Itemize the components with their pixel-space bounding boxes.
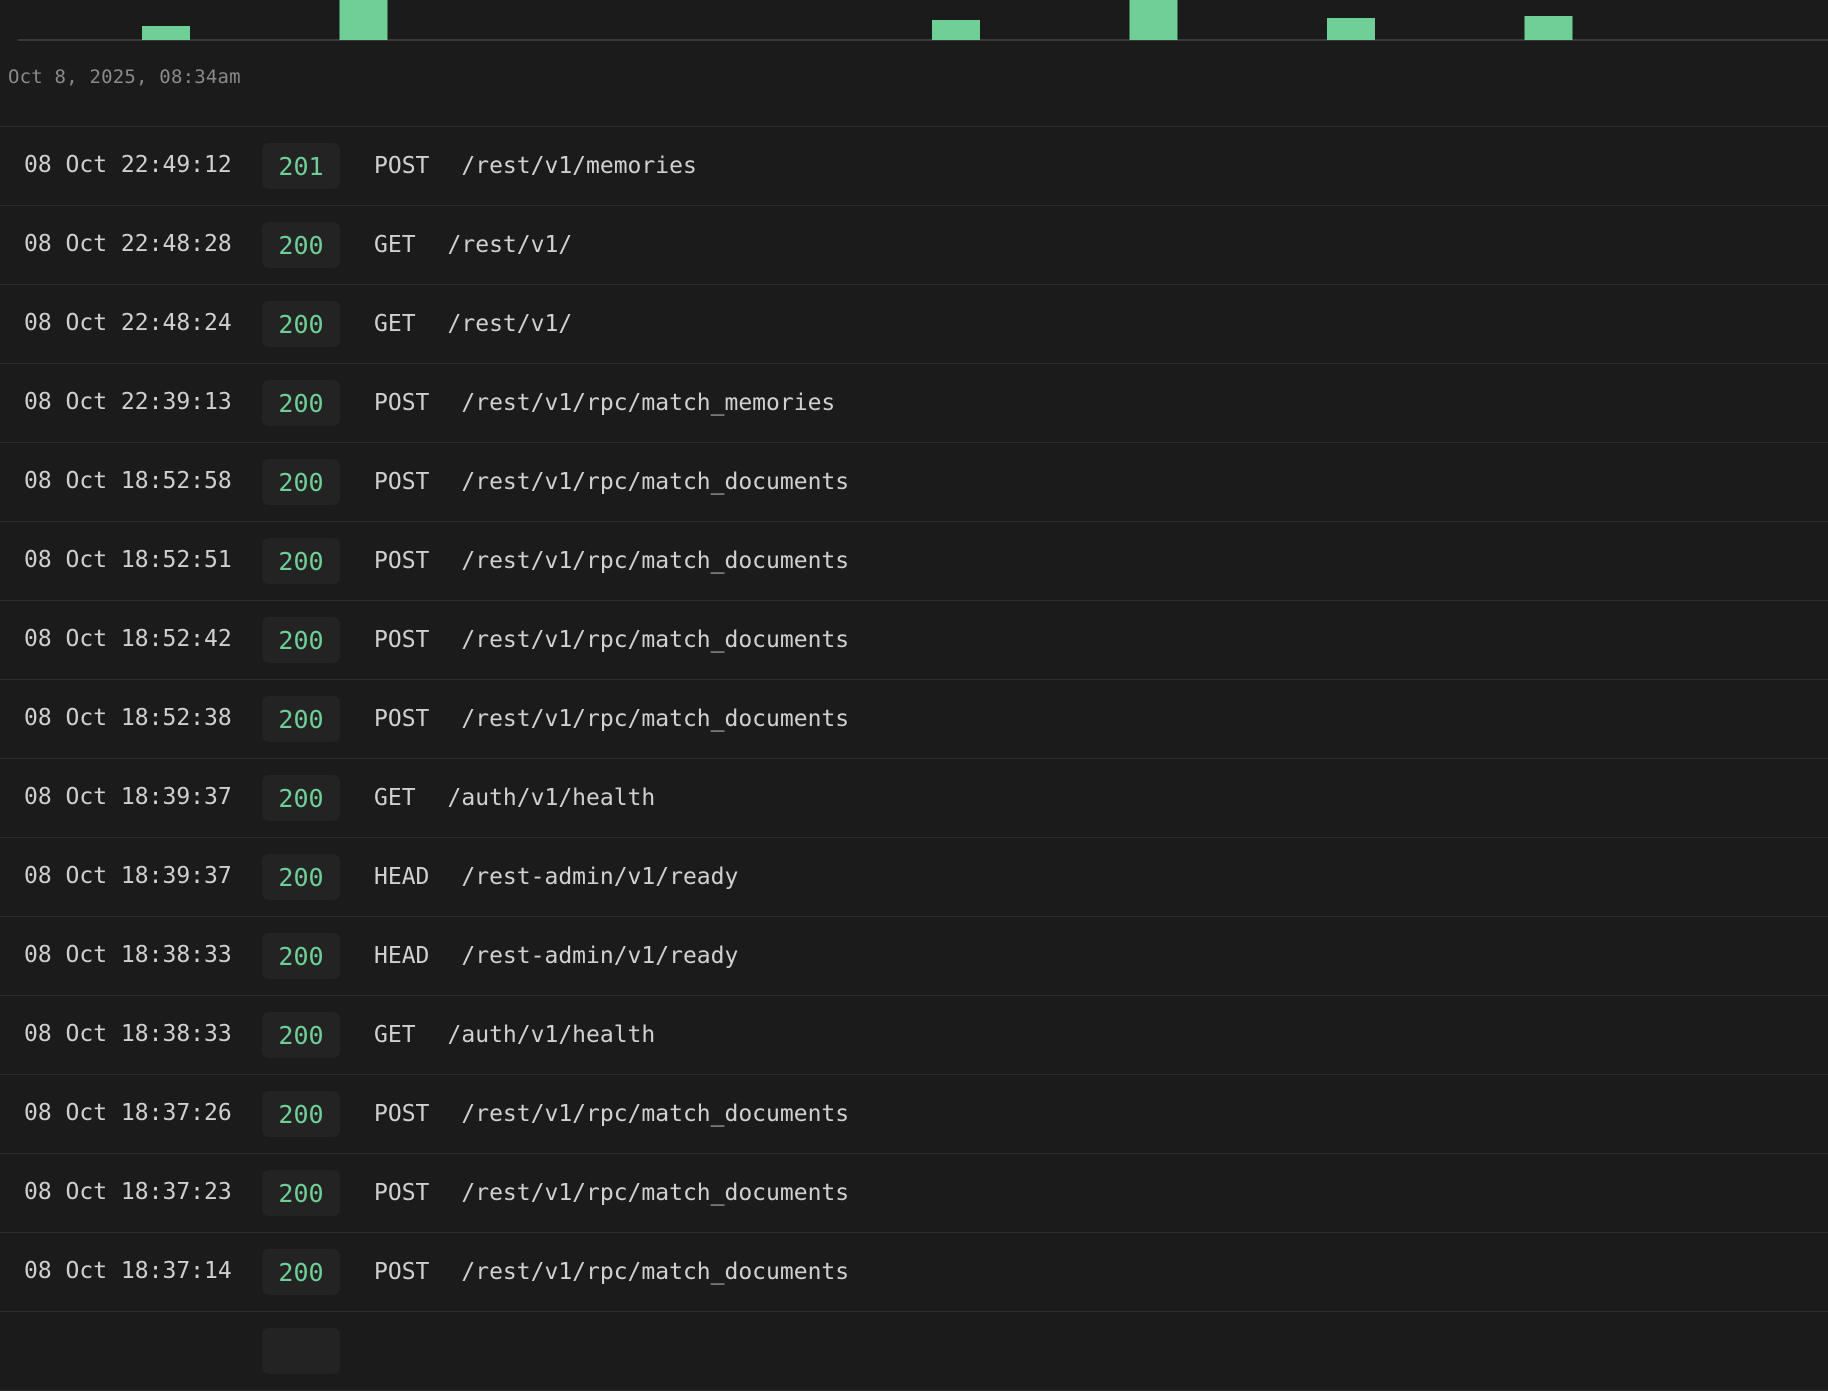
- status-badge: 200: [262, 1249, 340, 1295]
- log-row[interactable]: 08 Oct 18:52:58 200 POST/rest/v1/rpc/match…: [0, 443, 1828, 522]
- status-badge: 200: [262, 933, 340, 979]
- log-row[interactable]: 08 Oct 18:52:51 200 POST/rest/v1/rpc/match…: [0, 522, 1828, 601]
- log-path: /rest/v1/rpc/match_documents: [461, 548, 850, 574]
- log-timestamp: 08 Oct 18:38:33: [24, 1021, 232, 1047]
- histogram-svg: [18, 0, 1828, 41]
- histogram-bar[interactable]: [339, 0, 388, 40]
- log-timestamp: 08 Oct 18:52:38: [24, 705, 232, 731]
- log-path: /rest-admin/v1/ready: [461, 864, 739, 890]
- log-row[interactable]: 08 Oct 22:39:13 200 POST/rest/v1/rpc/match…: [0, 364, 1828, 443]
- log-method: POST: [374, 469, 430, 495]
- log-method: POST: [374, 1259, 430, 1285]
- log-method: POST: [374, 1180, 430, 1206]
- log-method: POST: [374, 706, 430, 732]
- log-timestamp: 08 Oct 18:37:14: [24, 1258, 232, 1284]
- log-timestamp: 08 Oct 18:39:37: [24, 784, 232, 810]
- log-row[interactable]: 08 Oct 18:37:14 200 POST/rest/v1/rpc/match…: [0, 1233, 1828, 1312]
- log-row[interactable]: 08 Oct 22:48:28 200 GET/rest/v1/: [0, 206, 1828, 285]
- log-timestamp: 08 Oct 18:37:23: [24, 1179, 232, 1205]
- log-method: POST: [374, 548, 430, 574]
- log-timestamp: 08 Oct 22:49:12: [24, 152, 232, 178]
- log-row[interactable]: 08 Oct 18:37:23 200 POST/rest/v1/rpc/match…: [0, 1154, 1828, 1233]
- log-method: POST: [374, 1101, 430, 1127]
- log-path: /rest/v1/: [447, 232, 573, 258]
- status-badge: 200: [262, 459, 340, 505]
- histogram-date-label: Oct 8, 2025, 08:34am: [8, 66, 241, 88]
- log-path: /rest/v1/rpc/match_documents: [461, 1180, 850, 1206]
- log-timestamp: 08 Oct 18:38:33: [24, 942, 232, 968]
- log-path: /auth/v1/health: [447, 785, 656, 811]
- log-path: /rest-admin/v1/ready: [461, 943, 739, 969]
- status-badge: 200: [262, 1170, 340, 1216]
- log-row[interactable]: 08 Oct 18:39:37 200 HEAD/rest-admin/v1/rea…: [0, 838, 1828, 917]
- log-path: /rest/v1/memories: [461, 153, 697, 179]
- status-badge: 200: [262, 301, 340, 347]
- status-badge: 200: [262, 538, 340, 584]
- log-path: /rest/v1/rpc/match_documents: [461, 627, 850, 653]
- log-method: GET: [374, 311, 416, 337]
- status-badge: [262, 1328, 340, 1374]
- log-method: GET: [374, 785, 416, 811]
- log-path: /rest/v1/: [447, 311, 573, 337]
- histogram-bar[interactable]: [1129, 0, 1178, 40]
- log-row[interactable]: [0, 1312, 1828, 1391]
- log-timestamp: 08 Oct 18:52:51: [24, 547, 232, 573]
- request-histogram: Oct 8, 2025, 08:34am: [0, 0, 1828, 127]
- log-list: 08 Oct 22:49:12 201 POST/rest/v1/memories 0…: [0, 127, 1828, 1391]
- histogram-bar[interactable]: [1327, 18, 1375, 40]
- log-method: POST: [374, 153, 430, 179]
- log-path: /rest/v1/rpc/match_documents: [461, 469, 850, 495]
- log-row[interactable]: 08 Oct 18:39:37 200 GET/auth/v1/health: [0, 759, 1828, 838]
- log-timestamp: 08 Oct 22:48:28: [24, 231, 232, 257]
- log-row[interactable]: 08 Oct 18:38:33 200 GET/auth/v1/health: [0, 996, 1828, 1075]
- log-path: /rest/v1/rpc/match_documents: [461, 1101, 850, 1127]
- histogram-bar[interactable]: [142, 26, 190, 40]
- log-timestamp: 08 Oct 22:39:13: [24, 389, 232, 415]
- log-timestamp: 08 Oct 22:48:24: [24, 310, 232, 336]
- log-path: /rest/v1/rpc/match_memories: [461, 390, 836, 416]
- status-badge: 200: [262, 617, 340, 663]
- log-path: /auth/v1/health: [447, 1022, 656, 1048]
- log-method: HEAD: [374, 943, 430, 969]
- log-row[interactable]: 08 Oct 22:49:12 201 POST/rest/v1/memories: [0, 127, 1828, 206]
- log-path: /rest/v1/rpc/match_documents: [461, 1259, 850, 1285]
- histogram-bar[interactable]: [1524, 16, 1573, 40]
- log-row[interactable]: 08 Oct 18:52:38 200 POST/rest/v1/rpc/match…: [0, 680, 1828, 759]
- log-timestamp: 08 Oct 18:39:37: [24, 863, 232, 889]
- log-row[interactable]: 08 Oct 18:52:42 200 POST/rest/v1/rpc/match…: [0, 601, 1828, 680]
- log-timestamp: 08 Oct 18:52:58: [24, 468, 232, 494]
- status-badge: 200: [262, 380, 340, 426]
- log-method: POST: [374, 390, 430, 416]
- histogram-bars: [142, 0, 1573, 40]
- log-row[interactable]: 08 Oct 22:48:24 200 GET/rest/v1/: [0, 285, 1828, 364]
- log-timestamp: 08 Oct 18:52:42: [24, 626, 232, 652]
- status-badge: 200: [262, 222, 340, 268]
- status-badge: 200: [262, 775, 340, 821]
- log-row[interactable]: 08 Oct 18:38:33 200 HEAD/rest-admin/v1/rea…: [0, 917, 1828, 996]
- histogram-bar[interactable]: [932, 20, 980, 40]
- status-badge: 200: [262, 1012, 340, 1058]
- status-badge: 200: [262, 854, 340, 900]
- status-badge: 200: [262, 1091, 340, 1137]
- log-method: GET: [374, 1022, 416, 1048]
- log-row[interactable]: 08 Oct 18:37:26 200 POST/rest/v1/rpc/match…: [0, 1075, 1828, 1154]
- status-badge: 201: [262, 143, 340, 189]
- status-badge: 200: [262, 696, 340, 742]
- log-timestamp: 08 Oct 18:37:26: [24, 1100, 232, 1126]
- log-method: HEAD: [374, 864, 430, 890]
- log-path: /rest/v1/rpc/match_documents: [461, 706, 850, 732]
- log-method: GET: [374, 232, 416, 258]
- log-method: POST: [374, 627, 430, 653]
